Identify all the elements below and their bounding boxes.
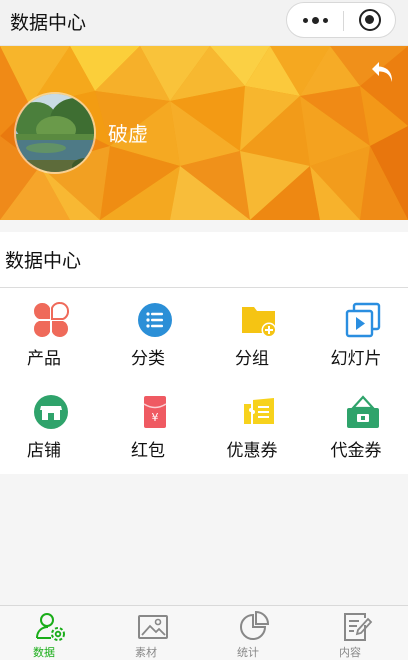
tab-content[interactable]: 内容 — [306, 606, 408, 660]
tab-bar: 数据 素材 统计 内容 — [0, 605, 408, 660]
avatar[interactable] — [14, 92, 96, 174]
grid-item-category[interactable]: 分类 — [104, 302, 206, 392]
grid-item-red-envelope[interactable]: ¥ 红包 — [104, 394, 206, 484]
dot — [302, 17, 308, 23]
product-icon — [33, 302, 69, 338]
profile-name: 破虚 — [108, 122, 148, 146]
red-envelope-icon: ¥ — [143, 396, 167, 428]
grid-label: 幻灯片 — [330, 349, 382, 369]
grid-label: 分类 — [131, 349, 165, 369]
return-icon[interactable] — [370, 58, 398, 86]
close-button[interactable] — [359, 9, 381, 31]
coupon-icon — [244, 398, 274, 424]
shop-icon — [34, 395, 68, 429]
grid-item-shop[interactable]: 店铺 — [0, 394, 102, 484]
section-title: 数据中心 — [5, 250, 82, 272]
user-settings-icon — [36, 613, 65, 641]
grid-label: 代金券 — [330, 441, 382, 461]
grid-item-slideshow[interactable]: 幻灯片 — [312, 302, 408, 392]
mini-program-capsule — [286, 2, 396, 38]
grid-label: 优惠券 — [226, 441, 278, 461]
slideshow-icon — [345, 302, 381, 338]
voucher-icon — [347, 395, 379, 428]
grid-item-coupon[interactable]: 优惠券 — [208, 394, 310, 484]
profile-banner: 破虚 — [0, 46, 408, 220]
more-button[interactable] — [287, 3, 343, 37]
image-icon — [138, 615, 168, 639]
tab-label: 数据 — [33, 646, 55, 659]
nav-title: 数据中心 — [10, 12, 87, 34]
grid-item-voucher[interactable]: 代金券 — [312, 394, 408, 484]
tab-material[interactable]: 素材 — [102, 606, 204, 660]
grid-item-product[interactable]: 产品 — [0, 302, 102, 392]
grid-label: 店铺 — [27, 441, 61, 461]
svg-text:¥: ¥ — [152, 411, 159, 424]
list-icon — [138, 303, 172, 337]
capsule-divider — [343, 11, 344, 31]
divider — [0, 287, 408, 288]
pie-chart-icon — [240, 611, 270, 640]
grid-item-group[interactable]: 分组 — [208, 302, 310, 392]
tab-label: 统计 — [237, 646, 259, 659]
tab-label: 内容 — [339, 646, 361, 659]
dot — [322, 17, 328, 23]
data-center-section: 数据中心 产品 分类 分组 幻灯片 店铺 ¥ 红包 优惠券 代金券 — [0, 232, 408, 474]
grid-label: 产品 — [27, 349, 61, 369]
tab-label: 素材 — [135, 646, 157, 659]
edit-document-icon — [344, 613, 373, 641]
grid-label: 分组 — [235, 349, 269, 369]
grid-label: 红包 — [131, 441, 165, 461]
navigation-bar: 数据中心 — [0, 0, 408, 46]
tab-statistics[interactable]: 统计 — [204, 606, 306, 660]
folder-add-icon — [242, 307, 277, 338]
dot — [311, 16, 319, 24]
tab-data[interactable]: 数据 — [0, 606, 102, 660]
